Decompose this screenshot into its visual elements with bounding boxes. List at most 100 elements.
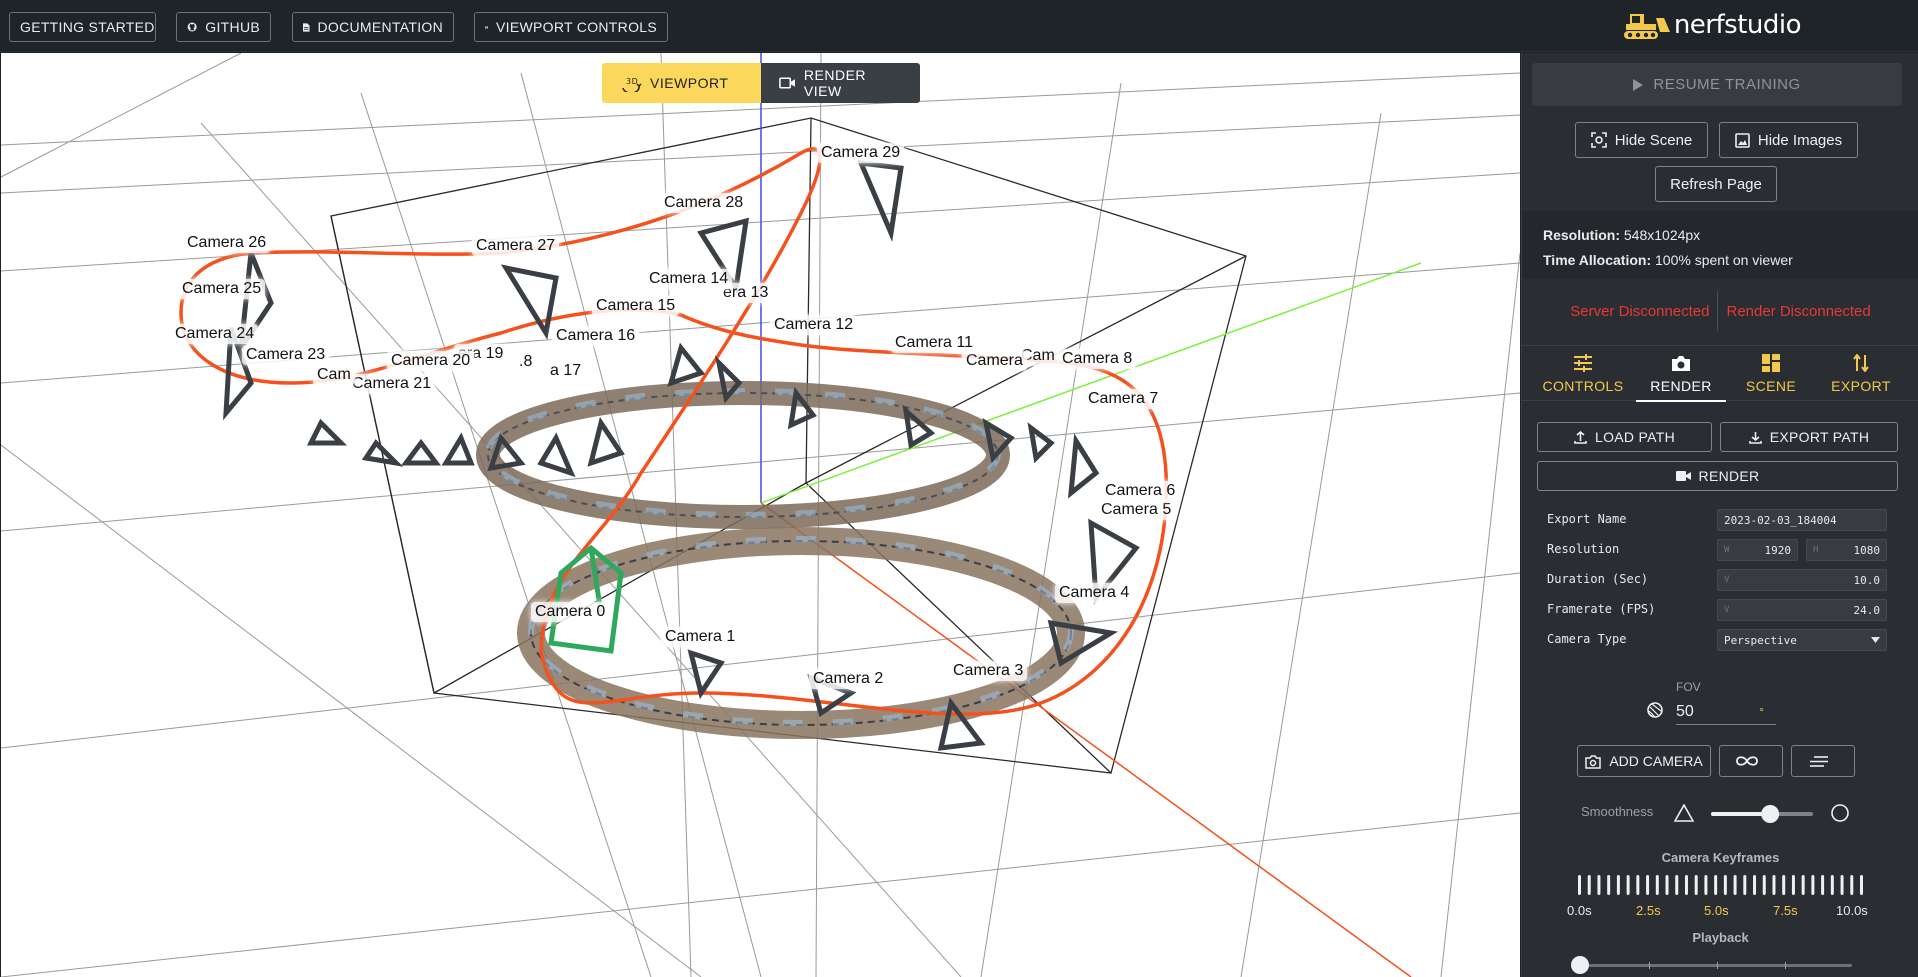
viewport-controls-button[interactable]: VIEWPORT CONTROLS (474, 12, 668, 42)
sort-keyframes-button[interactable] (1791, 745, 1855, 777)
smoothness-thumb[interactable] (1761, 805, 1780, 823)
keyframe-marker[interactable] (1636, 875, 1640, 895)
keyframe-marker[interactable] (1860, 875, 1863, 895)
keyframe-marker[interactable] (1597, 875, 1601, 895)
keyframe-marker[interactable] (1762, 875, 1766, 895)
keyframe-marker[interactable] (1821, 875, 1825, 895)
refresh-page-button[interactable]: Refresh Page (1655, 166, 1777, 202)
tab-scene[interactable]: SCENE (1726, 346, 1816, 402)
camera-label[interactable]: Camera 12 (770, 315, 858, 335)
render-button[interactable]: RENDER (1537, 461, 1898, 491)
keyframe-marker[interactable] (1840, 875, 1844, 895)
width-value: 1920 (1764, 543, 1792, 557)
camera-label[interactable]: Camera 23 (242, 345, 330, 365)
camera-label[interactable]: Camera 20 (387, 351, 475, 371)
scene-canvas[interactable] (1, 53, 1520, 977)
download-icon (1748, 431, 1762, 444)
getting-started-button[interactable]: GETTING STARTED (9, 12, 156, 42)
github-button[interactable]: GITHUB (176, 12, 271, 42)
camera-label[interactable]: Camera 7 (1084, 389, 1163, 409)
keyframe-marker[interactable] (1675, 875, 1679, 895)
render-view-tab-button[interactable]: RENDER VIEW (761, 63, 920, 103)
camera-label[interactable]: Camera 24 (171, 324, 259, 344)
camera-label[interactable]: Camera 15 (592, 296, 680, 316)
keyframe-marker[interactable] (1791, 875, 1795, 895)
keyframe-timeline[interactable] (1576, 873, 1866, 897)
camera-label[interactable]: Camera 5 (1097, 500, 1176, 520)
keyframe-marker[interactable] (1801, 875, 1805, 895)
duration-input[interactable]: V 10.0 (1717, 569, 1887, 591)
camera-label[interactable]: a 17 (546, 361, 586, 381)
keyframe-marker[interactable] (1578, 875, 1581, 895)
load-path-button[interactable]: LOAD PATH (1537, 422, 1712, 452)
camera-label[interactable]: Camera 27 (472, 236, 560, 256)
active-tab-indicator (1636, 400, 1726, 402)
keyframe-marker[interactable] (1811, 875, 1815, 895)
keyframe-marker[interactable] (1646, 875, 1650, 895)
keyframe-marker[interactable] (1723, 875, 1727, 895)
keyframe-marker[interactable] (1830, 875, 1834, 895)
camera-label[interactable]: Camera 4 (1055, 583, 1134, 603)
loop-path-button[interactable] (1719, 745, 1783, 777)
camera-label[interactable]: Camera 3 (949, 661, 1028, 681)
keyframe-marker[interactable] (1733, 875, 1737, 895)
keyframe-marker[interactable] (1704, 875, 1708, 895)
viewport-tab-button[interactable]: 3D VIEWPORT (602, 63, 761, 103)
camera-label[interactable]: Camera 11 (891, 333, 977, 353)
add-camera-button[interactable]: ADD CAMERA (1577, 745, 1711, 777)
export-name-input[interactable]: 2023-02-03_184004 (1717, 509, 1887, 531)
camera-label[interactable]: Camera 29 (817, 143, 905, 163)
nerfstudio-logo[interactable]: nerfstudio (1623, 10, 1802, 40)
duration-placeholder: V (1724, 575, 1730, 585)
keyframe-marker[interactable] (1587, 875, 1591, 895)
keyframe-marker[interactable] (1743, 875, 1747, 895)
hide-images-button[interactable]: Hide Images (1719, 122, 1858, 158)
export-path-button[interactable]: EXPORT PATH (1720, 422, 1898, 452)
playback-track (1580, 964, 1852, 967)
render-label: RENDER (1698, 468, 1760, 484)
keyframe-marker[interactable] (1714, 875, 1718, 895)
keyframe-marker[interactable] (1665, 875, 1669, 895)
smoothness-slider[interactable] (1711, 803, 1821, 825)
keyframe-marker[interactable] (1753, 875, 1757, 895)
camera-label[interactable]: Camera 26 (183, 233, 271, 253)
camera-label[interactable]: .8 (515, 352, 537, 372)
keyframe-marker[interactable] (1607, 875, 1611, 895)
camera-label[interactable]: Camera (962, 351, 1027, 371)
camera-label[interactable]: Camera 2 (809, 669, 888, 689)
camera-label[interactable]: Camera 6 (1101, 481, 1180, 501)
viewport-tab-label: VIEWPORT (650, 75, 729, 91)
keyframe-marker[interactable] (1772, 875, 1776, 895)
camera-label[interactable]: Camera 14 (645, 269, 733, 289)
resume-training-button[interactable]: RESUME TRAINING (1532, 63, 1902, 106)
keyframe-marker[interactable] (1655, 875, 1659, 895)
keyframe-marker[interactable] (1694, 875, 1698, 895)
keyframe-marker[interactable] (1850, 875, 1854, 895)
keyframe-marker[interactable] (1616, 875, 1620, 895)
documentation-button[interactable]: DOCUMENTATION (292, 12, 454, 42)
camera-label[interactable]: Camera 1 (661, 627, 740, 647)
fov-input[interactable]: 50 ° (1676, 699, 1776, 725)
playback-thumb[interactable] (1571, 956, 1589, 974)
camera-label[interactable]: Camera 28 (660, 193, 748, 213)
tab-render[interactable]: RENDER (1636, 346, 1726, 402)
tab-export[interactable]: EXPORT (1816, 346, 1906, 402)
keyframe-marker[interactable] (1684, 875, 1688, 895)
camera-label[interactable]: Camera 8 (1058, 349, 1137, 369)
keyframe-marker[interactable] (1782, 875, 1786, 895)
camera-label[interactable]: Camera 0 (531, 602, 610, 622)
playback-slider[interactable] (1570, 954, 1870, 977)
framerate-input[interactable]: V 24.0 (1717, 599, 1887, 621)
hide-images-label: Hide Images (1757, 131, 1843, 149)
tab-controls[interactable]: CONTROLS (1538, 346, 1628, 402)
camera-label[interactable]: Camera 25 (178, 279, 266, 299)
resolution-height-input[interactable]: H 1080 (1806, 539, 1887, 561)
camera-label[interactable]: Camera 16 (552, 326, 640, 346)
keyframe-marker[interactable] (1626, 875, 1630, 895)
resolution-width-input[interactable]: W 1920 (1717, 539, 1798, 561)
camera-label[interactable]: Cam (313, 365, 355, 385)
3d-viewport[interactable]: 3D VIEWPORT RENDER VIEW Camera 0 Camera … (1, 53, 1520, 977)
hide-scene-button[interactable]: Hide Scene (1575, 122, 1708, 158)
camera-label[interactable]: Camera 21 (348, 374, 436, 394)
camera-type-select[interactable]: Perspective (1717, 629, 1887, 651)
